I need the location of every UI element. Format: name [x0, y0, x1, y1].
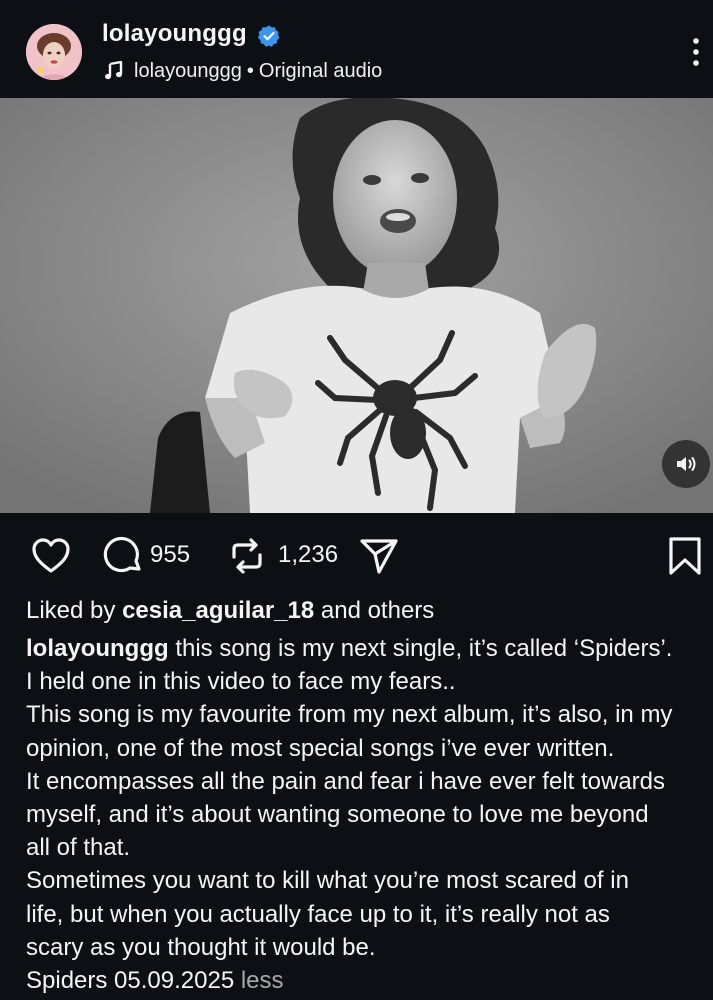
caption-line: scary as you thought it would be.	[26, 933, 376, 961]
likes-summary[interactable]: Liked by cesia_aguilar_18 and others	[26, 594, 713, 627]
comment-icon[interactable]	[102, 535, 144, 577]
caption-line: Sometimes you want to kill what you’re m…	[26, 867, 629, 895]
less-button[interactable]: less	[241, 967, 284, 994]
likes-suffix: and others	[320, 597, 435, 624]
caption-line: opinion, one of the most special songs i…	[26, 734, 615, 762]
likes-prefix: Liked by	[26, 597, 116, 624]
avatar[interactable]	[26, 24, 82, 80]
caption-author[interactable]: lolayounggg	[26, 635, 169, 662]
reposts-count[interactable]: 1,236	[278, 541, 338, 569]
repost-icon[interactable]	[226, 535, 268, 577]
comments-count[interactable]: 955	[150, 541, 190, 569]
more-vertical-icon[interactable]	[684, 34, 708, 70]
caption: lolayounggg this song is my next single,…	[26, 632, 713, 997]
heart-icon[interactable]	[30, 535, 72, 577]
audio-title: Original audio	[258, 59, 383, 82]
audio-attribution[interactable]: lolayounggg • Original audio	[104, 58, 382, 84]
audio-separator: •	[246, 59, 254, 82]
caption-line: Spiders 05.09.2025	[26, 967, 235, 995]
audio-artist: lolayounggg	[134, 59, 242, 82]
action-bar: 955 1,236	[0, 527, 713, 583]
speaker-icon	[677, 457, 696, 471]
reel-post: lolayounggg lolayounggg • Original audio	[0, 0, 713, 1000]
post-header: lolayounggg lolayounggg • Original audio	[0, 0, 713, 98]
bookmark-icon[interactable]	[664, 535, 706, 577]
username[interactable]: lolayounggg	[102, 20, 247, 48]
caption-line: This song is my favourite from my next a…	[26, 701, 673, 729]
caption-line: It encompasses all the pain and fear i h…	[26, 767, 666, 795]
music-note-icon	[105, 61, 123, 80]
caption-line: life, but when you actually face up to i…	[26, 900, 610, 928]
caption-line: I held one in this video to face my fear…	[26, 668, 456, 696]
caption-line: all of that.	[26, 834, 131, 862]
caption-line: this song is my next single, it’s called…	[175, 635, 673, 662]
likes-user[interactable]: cesia_aguilar_18	[122, 597, 314, 624]
mute-button[interactable]	[662, 440, 710, 488]
verified-badge-icon	[257, 25, 280, 47]
reel-video[interactable]	[0, 98, 713, 513]
send-icon[interactable]	[358, 535, 400, 577]
caption-line: myself, and it’s about wanting someone t…	[26, 801, 649, 829]
